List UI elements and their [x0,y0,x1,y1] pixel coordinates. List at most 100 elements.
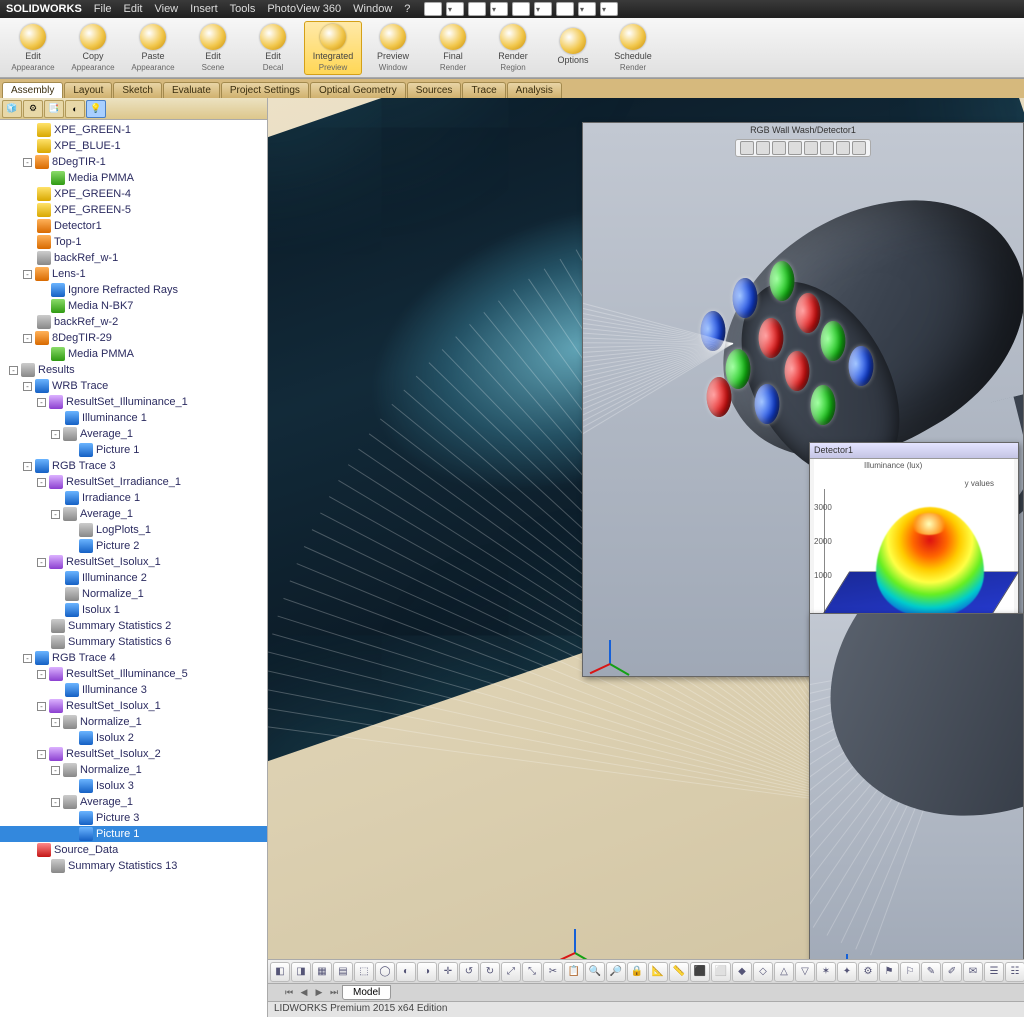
toolbar-button[interactable]: 🔎 [606,962,626,982]
view-pan-icon[interactable] [772,141,786,155]
tab-config-icon[interactable]: 📑 [44,100,64,118]
tree-item[interactable]: -8DegTIR-29 [0,330,267,346]
toolbar-button[interactable]: ⬛ [690,962,710,982]
menu-window[interactable]: Window [353,3,392,15]
tab-display-icon[interactable]: ◐ [65,100,85,118]
tree-item[interactable]: -Lens-1 [0,266,267,282]
feature-tree[interactable]: XPE_GREEN-1XPE_BLUE-1-8DegTIR-1Media PMM… [0,120,267,1017]
qat-options-icon[interactable] [600,2,618,16]
tree-item[interactable]: LogPlots_1 [0,522,267,538]
tree-item[interactable]: -ResultSet_Illuminance_5 [0,666,267,682]
tree-item[interactable]: XPE_GREEN-5 [0,202,267,218]
tree-item[interactable]: XPE_GREEN-1 [0,122,267,138]
tree-item[interactable]: Media PMMA [0,170,267,186]
tab-analysis[interactable]: Analysis [507,82,562,98]
expand-icon[interactable]: - [23,462,32,471]
tab-property-icon[interactable]: ⚙ [23,100,43,118]
qat-open-icon[interactable] [446,2,464,16]
tab-prev-icon[interactable]: ◀ [297,986,311,1000]
view-settings-icon[interactable] [852,141,866,155]
tab-optics-icon[interactable]: 💡 [86,100,106,118]
toolbar-button[interactable]: ↺ [459,962,479,982]
tab-optical-geometry[interactable]: Optical Geometry [310,82,406,98]
ribbon-paste-appearance[interactable]: PasteAppearance [124,21,182,75]
toolbar-button[interactable]: 📐 [648,962,668,982]
menu-help[interactable]: ? [404,3,410,15]
tree-item[interactable]: Illuminance 2 [0,570,267,586]
ribbon-copy-appearance[interactable]: CopyAppearance [64,21,122,75]
tree-item[interactable]: Media PMMA [0,346,267,362]
toolbar-button[interactable]: ◧ [270,962,290,982]
toolbar-button[interactable]: ⬜ [711,962,731,982]
toolbar-button[interactable]: ⤡ [522,962,542,982]
toolbar-button[interactable]: ☰ [984,962,1004,982]
expand-icon[interactable]: - [23,382,32,391]
tree-item[interactable]: Normalize_1 [0,586,267,602]
expand-icon[interactable]: - [51,430,60,439]
menu-insert[interactable]: Insert [190,3,218,15]
tab-last-icon[interactable]: ⏭ [327,986,341,1000]
toolbar-button[interactable]: ◑ [417,962,437,982]
tree-item[interactable]: backRef_w-2 [0,314,267,330]
tree-item[interactable]: -ResultSet_Irradiance_1 [0,474,267,490]
tree-item[interactable]: Source_Data [0,842,267,858]
toolbar-button[interactable]: ⚐ [900,962,920,982]
toolbar-button[interactable]: ✉ [963,962,983,982]
tab-assembly[interactable]: Assembly [2,82,63,98]
expand-icon[interactable]: - [37,702,46,711]
expand-icon[interactable]: - [9,366,18,375]
toolbar-button[interactable]: ⚑ [879,962,899,982]
tab-sketch[interactable]: Sketch [113,82,162,98]
view-style-icon[interactable] [804,141,818,155]
tree-item[interactable]: Picture 2 [0,538,267,554]
expand-icon[interactable]: - [51,798,60,807]
toolbar-button[interactable]: ✐ [942,962,962,982]
tab-sources[interactable]: Sources [407,82,462,98]
tree-item[interactable]: -RGB Trace 4 [0,650,267,666]
tab-next-icon[interactable]: ▶ [312,986,326,1000]
toolbar-button[interactable]: ▦ [312,962,332,982]
expand-icon[interactable]: - [37,558,46,567]
expand-icon[interactable]: - [37,398,46,407]
expand-icon[interactable]: - [51,510,60,519]
tree-item[interactable]: Irradiance 1 [0,490,267,506]
sheet-tab-model[interactable]: Model [342,985,391,1000]
secondary-viewport-top[interactable]: RGB Wall Wash/Detector1 [582,122,1024,677]
ribbon-integrated-preview[interactable]: IntegratedPreview [304,21,362,75]
tree-item[interactable]: -Average_1 [0,506,267,522]
orientation-triad[interactable] [591,628,631,668]
tree-item[interactable]: -8DegTIR-1 [0,154,267,170]
tree-item[interactable]: Picture 1 [0,826,267,842]
tree-item[interactable]: Isolux 3 [0,778,267,794]
toolbar-button[interactable]: ◯ [375,962,395,982]
tree-item[interactable]: Summary Statistics 13 [0,858,267,874]
tree-item[interactable]: Media N-BK7 [0,298,267,314]
qat-redo-icon[interactable] [534,2,552,16]
tree-item[interactable]: -Results [0,362,267,378]
ribbon-edit-scene[interactable]: EditScene [184,21,242,75]
main-viewport[interactable]: RGB Wall Wash/Detector1 [268,98,1024,1017]
tree-item[interactable]: Picture 3 [0,810,267,826]
tree-item[interactable]: Ignore Refracted Rays [0,282,267,298]
ribbon-options-[interactable]: Options [544,21,602,75]
toolbar-button[interactable]: ↻ [480,962,500,982]
tree-item[interactable]: backRef_w-1 [0,250,267,266]
tree-item[interactable]: Top-1 [0,234,267,250]
tree-item[interactable]: -WRB Trace [0,378,267,394]
tab-evaluate[interactable]: Evaluate [163,82,220,98]
toolbar-button[interactable]: ✶ [816,962,836,982]
expand-icon[interactable]: - [37,670,46,679]
tree-item[interactable]: Illuminance 1 [0,410,267,426]
tree-item[interactable]: -ResultSet_Isolux_1 [0,698,267,714]
tab-layout[interactable]: Layout [64,82,112,98]
menu-tools[interactable]: Tools [230,3,256,15]
expand-icon[interactable]: - [23,158,32,167]
toolbar-button[interactable]: ✎ [921,962,941,982]
tab-first-icon[interactable]: ⏮ [282,986,296,1000]
toolbar-button[interactable]: ⬚ [354,962,374,982]
tree-item[interactable]: Picture 1 [0,442,267,458]
expand-icon[interactable]: - [37,478,46,487]
expand-icon[interactable]: - [23,334,32,343]
menu-photoview[interactable]: PhotoView 360 [267,3,341,15]
toolbar-button[interactable]: ⚙ [858,962,878,982]
